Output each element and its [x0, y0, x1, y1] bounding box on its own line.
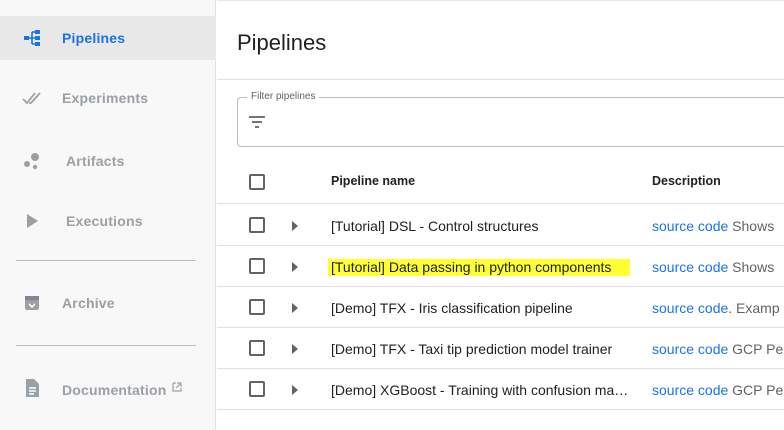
sidebar-item-archive[interactable]: Archive — [0, 281, 216, 325]
sidebar-item-label: Experiments — [62, 90, 149, 106]
external-link-icon — [171, 379, 182, 395]
pipeline-name[interactable]: [Demo] TFX - Taxi tip prediction model t… — [331, 341, 631, 357]
sidebar-item-documentation[interactable]: Documentation — [0, 366, 216, 410]
column-header-description[interactable]: Description — [652, 174, 784, 188]
sidebar-divider — [16, 260, 196, 261]
sidebar-item-label: Pipelines — [62, 30, 126, 46]
artifacts-icon — [22, 151, 42, 171]
table-row[interactable]: [Tutorial] DSL - Control structures sour… — [217, 205, 784, 246]
pipeline-name[interactable]: [Demo] XGBoost - Training with confusion… — [331, 382, 631, 398]
sidebar-item-label: Archive — [62, 295, 115, 311]
table-row[interactable]: [Demo] TFX - Taxi tip prediction model t… — [217, 328, 784, 369]
expand-arrow-icon[interactable] — [291, 219, 299, 231]
experiments-icon — [22, 88, 42, 108]
filter-list-icon — [248, 115, 266, 134]
documentation-icon — [22, 378, 42, 398]
executions-icon — [22, 211, 42, 231]
expand-arrow-icon[interactable] — [291, 342, 299, 354]
pipeline-description: source code Shows — [652, 218, 775, 234]
pipeline-description: source code GCP Pe — [652, 341, 784, 357]
row-checkbox[interactable] — [249, 217, 265, 233]
expand-arrow-icon[interactable] — [291, 301, 299, 313]
row-checkbox[interactable] — [249, 340, 265, 356]
sidebar-item-artifacts[interactable]: Artifacts — [0, 139, 216, 183]
pipeline-description: source code. Examp — [652, 300, 780, 316]
row-checkbox[interactable] — [249, 381, 265, 397]
pipeline-name[interactable]: [Demo] TFX - Iris classification pipelin… — [331, 300, 631, 316]
sidebar-divider — [16, 345, 196, 346]
source-code-link[interactable]: source code — [652, 259, 728, 275]
column-header-name[interactable]: Pipeline name — [331, 174, 631, 188]
row-checkbox[interactable] — [249, 258, 265, 274]
archive-icon — [22, 293, 42, 313]
expand-arrow-icon[interactable] — [291, 383, 299, 395]
source-code-link[interactable]: source code — [652, 341, 728, 357]
pipeline-name[interactable]: [Tutorial] DSL - Control structures — [331, 218, 631, 234]
top-border — [217, 0, 784, 1]
table-row[interactable]: [Demo] TFX - Iris classification pipelin… — [217, 287, 784, 328]
filter-pipelines-input[interactable]: Filter pipelines — [237, 91, 784, 147]
sidebar: Pipelines Experiments Artifacts Executio… — [0, 0, 216, 430]
pipelines-icon — [22, 28, 42, 48]
table-row[interactable]: [Demo] XGBoost - Training with confusion… — [217, 369, 784, 410]
table-header: Pipeline name Description — [217, 160, 784, 204]
title-divider — [217, 79, 784, 80]
pipeline-description: source code Shows — [652, 259, 775, 275]
sidebar-item-label: Executions — [66, 213, 143, 229]
page-title: Pipelines — [237, 30, 327, 55]
filter-label: Filter pipelines — [247, 91, 320, 102]
main-content: Pipelines Filter pipelines Pipeline name… — [217, 0, 784, 430]
expand-arrow-icon[interactable] — [291, 260, 299, 272]
row-checkbox[interactable] — [249, 299, 265, 315]
select-all-checkbox[interactable] — [249, 174, 265, 190]
pipeline-description: source code GCP Pe — [652, 382, 784, 398]
source-code-link[interactable]: source code — [652, 382, 728, 398]
sidebar-item-label: Documentation — [62, 379, 182, 398]
table-row[interactable]: [Tutorial] Data passing in python compon… — [217, 246, 784, 287]
pipeline-name[interactable]: [Tutorial] Data passing in python compon… — [328, 259, 630, 276]
source-code-link[interactable]: source code — [652, 218, 728, 234]
sidebar-item-pipelines[interactable]: Pipelines — [0, 16, 216, 60]
source-code-link[interactable]: source code — [652, 300, 728, 316]
sidebar-item-executions[interactable]: Executions — [0, 199, 216, 243]
sidebar-item-label: Artifacts — [66, 153, 125, 169]
sidebar-item-experiments[interactable]: Experiments — [0, 76, 216, 120]
